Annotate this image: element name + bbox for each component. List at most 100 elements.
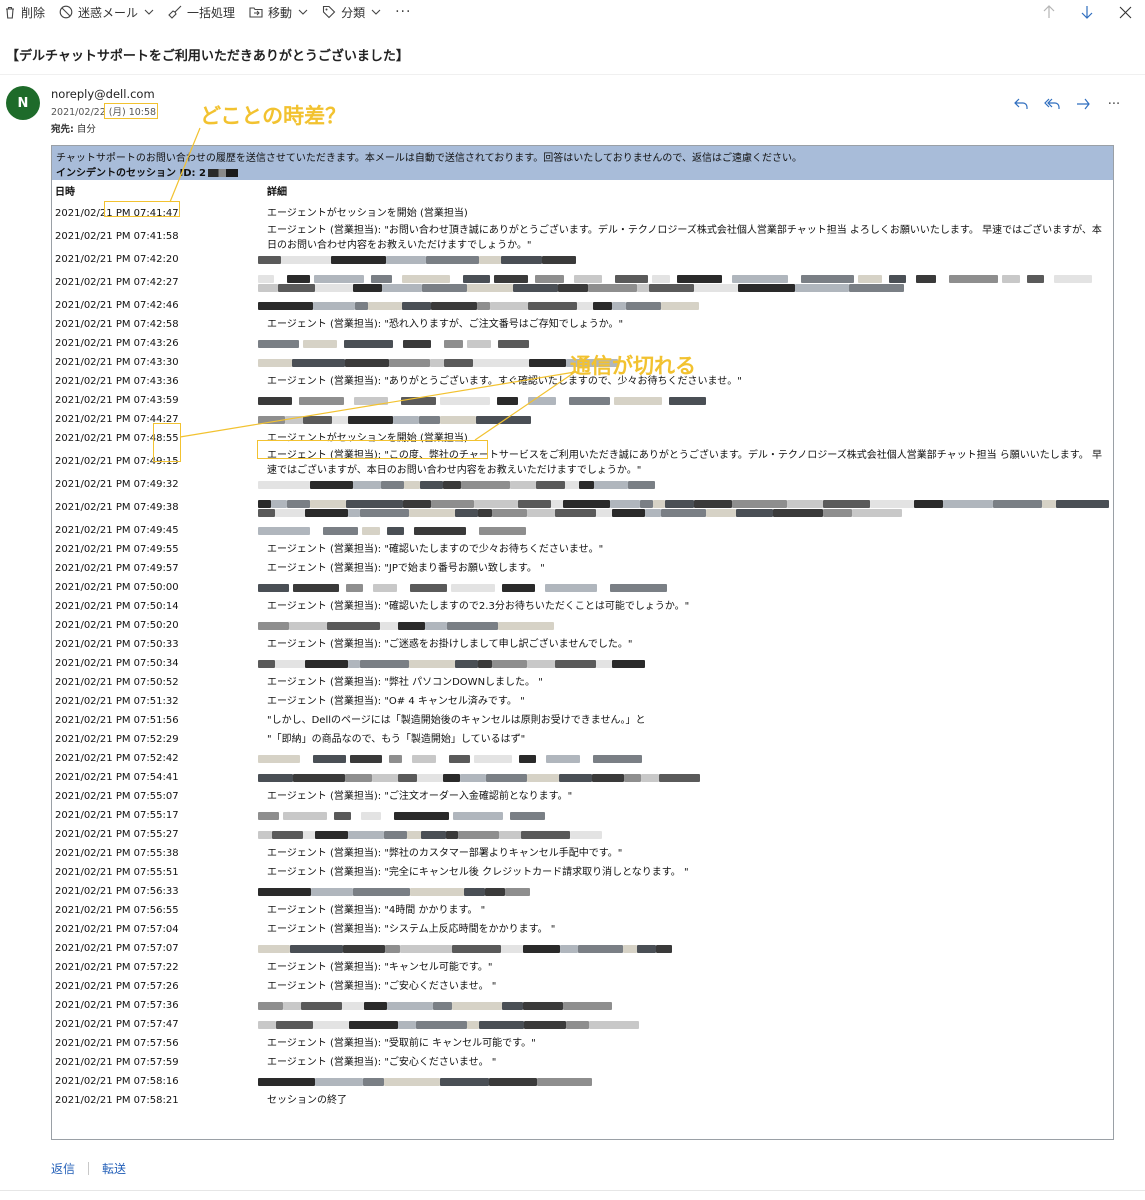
redacted-block: [594, 481, 628, 489]
redacted-block: [1042, 500, 1056, 508]
redacted-block: [476, 416, 531, 424]
more-actions-button[interactable]: ···: [395, 1, 411, 23]
redacted-block: [407, 831, 421, 839]
redacted-block: [305, 660, 348, 668]
redacted-block: [519, 755, 536, 763]
redacted-block: [315, 831, 348, 839]
redacted-block: [258, 416, 285, 424]
session-id: インシデントのセッション ID: 2: [56, 164, 238, 179]
redacted-block: [348, 831, 384, 839]
reply-link[interactable]: 返信: [51, 1160, 75, 1177]
redacted-block: [422, 284, 467, 292]
forward-link[interactable]: 転送: [102, 1160, 126, 1177]
redacted-block: [545, 584, 597, 592]
redacted-block: [409, 660, 455, 668]
redacted-block: [614, 397, 662, 405]
forward-icon[interactable]: [1072, 94, 1094, 114]
log-time: 2021/02/21 PM 07:42:27: [55, 276, 179, 288]
arrow-down-icon[interactable]: [1077, 2, 1097, 22]
redacted-block: [384, 1078, 440, 1086]
redacted-block: [258, 1078, 315, 1086]
redacted-block: [344, 340, 393, 348]
redacted-block: [293, 774, 345, 782]
redacted-block: [502, 1002, 523, 1010]
redacted-block: [577, 302, 593, 310]
redacted-block: [467, 1021, 479, 1029]
redacted-block: [258, 340, 299, 348]
redacted-block: [276, 1021, 313, 1029]
redacted-block: [289, 622, 327, 630]
redacted-block: [402, 275, 450, 283]
redacted-block: [589, 1021, 639, 1029]
log-time: 2021/02/21 PM 07:55:51: [55, 866, 179, 878]
redacted-block: [624, 774, 641, 782]
redacted-block: [394, 812, 449, 820]
move-button[interactable]: 移動: [249, 1, 308, 23]
sender-avatar[interactable]: N: [6, 86, 40, 120]
redacted-block: [332, 416, 348, 424]
redacted-block: [278, 284, 315, 292]
redacted-block: [353, 481, 381, 489]
log-detail: エージェント (営業担当): "確認いたしますので少々お待ちくださいませ。": [267, 544, 604, 555]
redacted-block: [527, 660, 555, 668]
redacted-block: [596, 660, 612, 668]
redacted-block: [403, 340, 431, 348]
log-time: 2021/02/21 PM 07:41:58: [55, 230, 179, 242]
more-options-icon[interactable]: ···: [1103, 94, 1125, 114]
redacted-block: [313, 302, 355, 310]
log-detail: エージェント (営業担当): "ご安心くださいませ。 ": [267, 1057, 497, 1068]
redacted-block: [795, 284, 849, 292]
redacted-block: [574, 275, 602, 283]
reply-actions: ···: [1001, 94, 1125, 114]
redacted-block: [588, 284, 637, 292]
redacted-block: [305, 509, 348, 517]
redacted-block: [455, 660, 478, 668]
redacted-block: [368, 302, 402, 310]
reply-all-icon[interactable]: [1041, 94, 1063, 114]
redacted-block: [416, 1021, 467, 1029]
redacted-block: [510, 481, 536, 489]
redacted-block: [292, 359, 345, 367]
redacted-block: [412, 755, 436, 763]
redacted-block: [353, 284, 382, 292]
redacted-block: [486, 774, 527, 782]
log-time: 2021/02/21 PM 07:42:46: [55, 299, 179, 311]
redacted-block: [1054, 275, 1092, 283]
categorize-button[interactable]: 分類: [322, 1, 381, 23]
redacted-block: [398, 1021, 416, 1029]
redacted-block: [524, 1021, 566, 1029]
log-time: 2021/02/21 PM 07:42:58: [55, 318, 179, 330]
redacted-block: [384, 831, 407, 839]
session-id-redaction: [207, 169, 238, 177]
redacted-block: [258, 397, 292, 405]
sweep-button[interactable]: 一括処理: [168, 1, 235, 23]
redacted-block: [1002, 275, 1020, 283]
redacted-block: [258, 481, 310, 489]
log-time: 2021/02/21 PM 07:55:38: [55, 847, 179, 859]
sender-address[interactable]: noreply@dell.com: [51, 87, 155, 101]
reply-icon[interactable]: [1010, 94, 1032, 114]
arrow-up-icon[interactable]: [1039, 2, 1059, 22]
redacted-block: [943, 500, 993, 508]
delete-button[interactable]: 削除: [4, 1, 45, 23]
redacted-block: [455, 509, 478, 517]
log-detail: "「即納」の商品なので、もう「製造開始」しているはず": [267, 734, 526, 745]
redacted-block: [353, 888, 410, 896]
redacted-block: [461, 481, 510, 489]
redacted-block: [381, 481, 404, 489]
redacted-block: [665, 500, 694, 508]
redacted-block: [303, 831, 315, 839]
redacted-block: [402, 302, 431, 310]
junk-button[interactable]: 迷惑メール: [59, 1, 154, 23]
close-icon[interactable]: [1115, 2, 1135, 22]
redacted-block: [773, 509, 823, 517]
redacted-block: [738, 284, 795, 292]
redacted-block: [501, 256, 542, 264]
redacted-block: [518, 500, 551, 508]
redacted-block: [398, 622, 425, 630]
log-detail: "しかし、Dellのページには「製造開始後のキャンセルは原則お受けできません。」…: [267, 715, 646, 726]
log-detail: エージェント (営業担当): "恐れ入りますが、ご注文番号はご存知でしょうか。": [267, 319, 624, 330]
log-detail: エージェント (営業担当): "完全にキャンセル後 クレジットカード請求取り消し…: [267, 867, 689, 878]
redacted-block: [479, 527, 526, 535]
footer-actions: 返信 転送: [51, 1160, 126, 1177]
